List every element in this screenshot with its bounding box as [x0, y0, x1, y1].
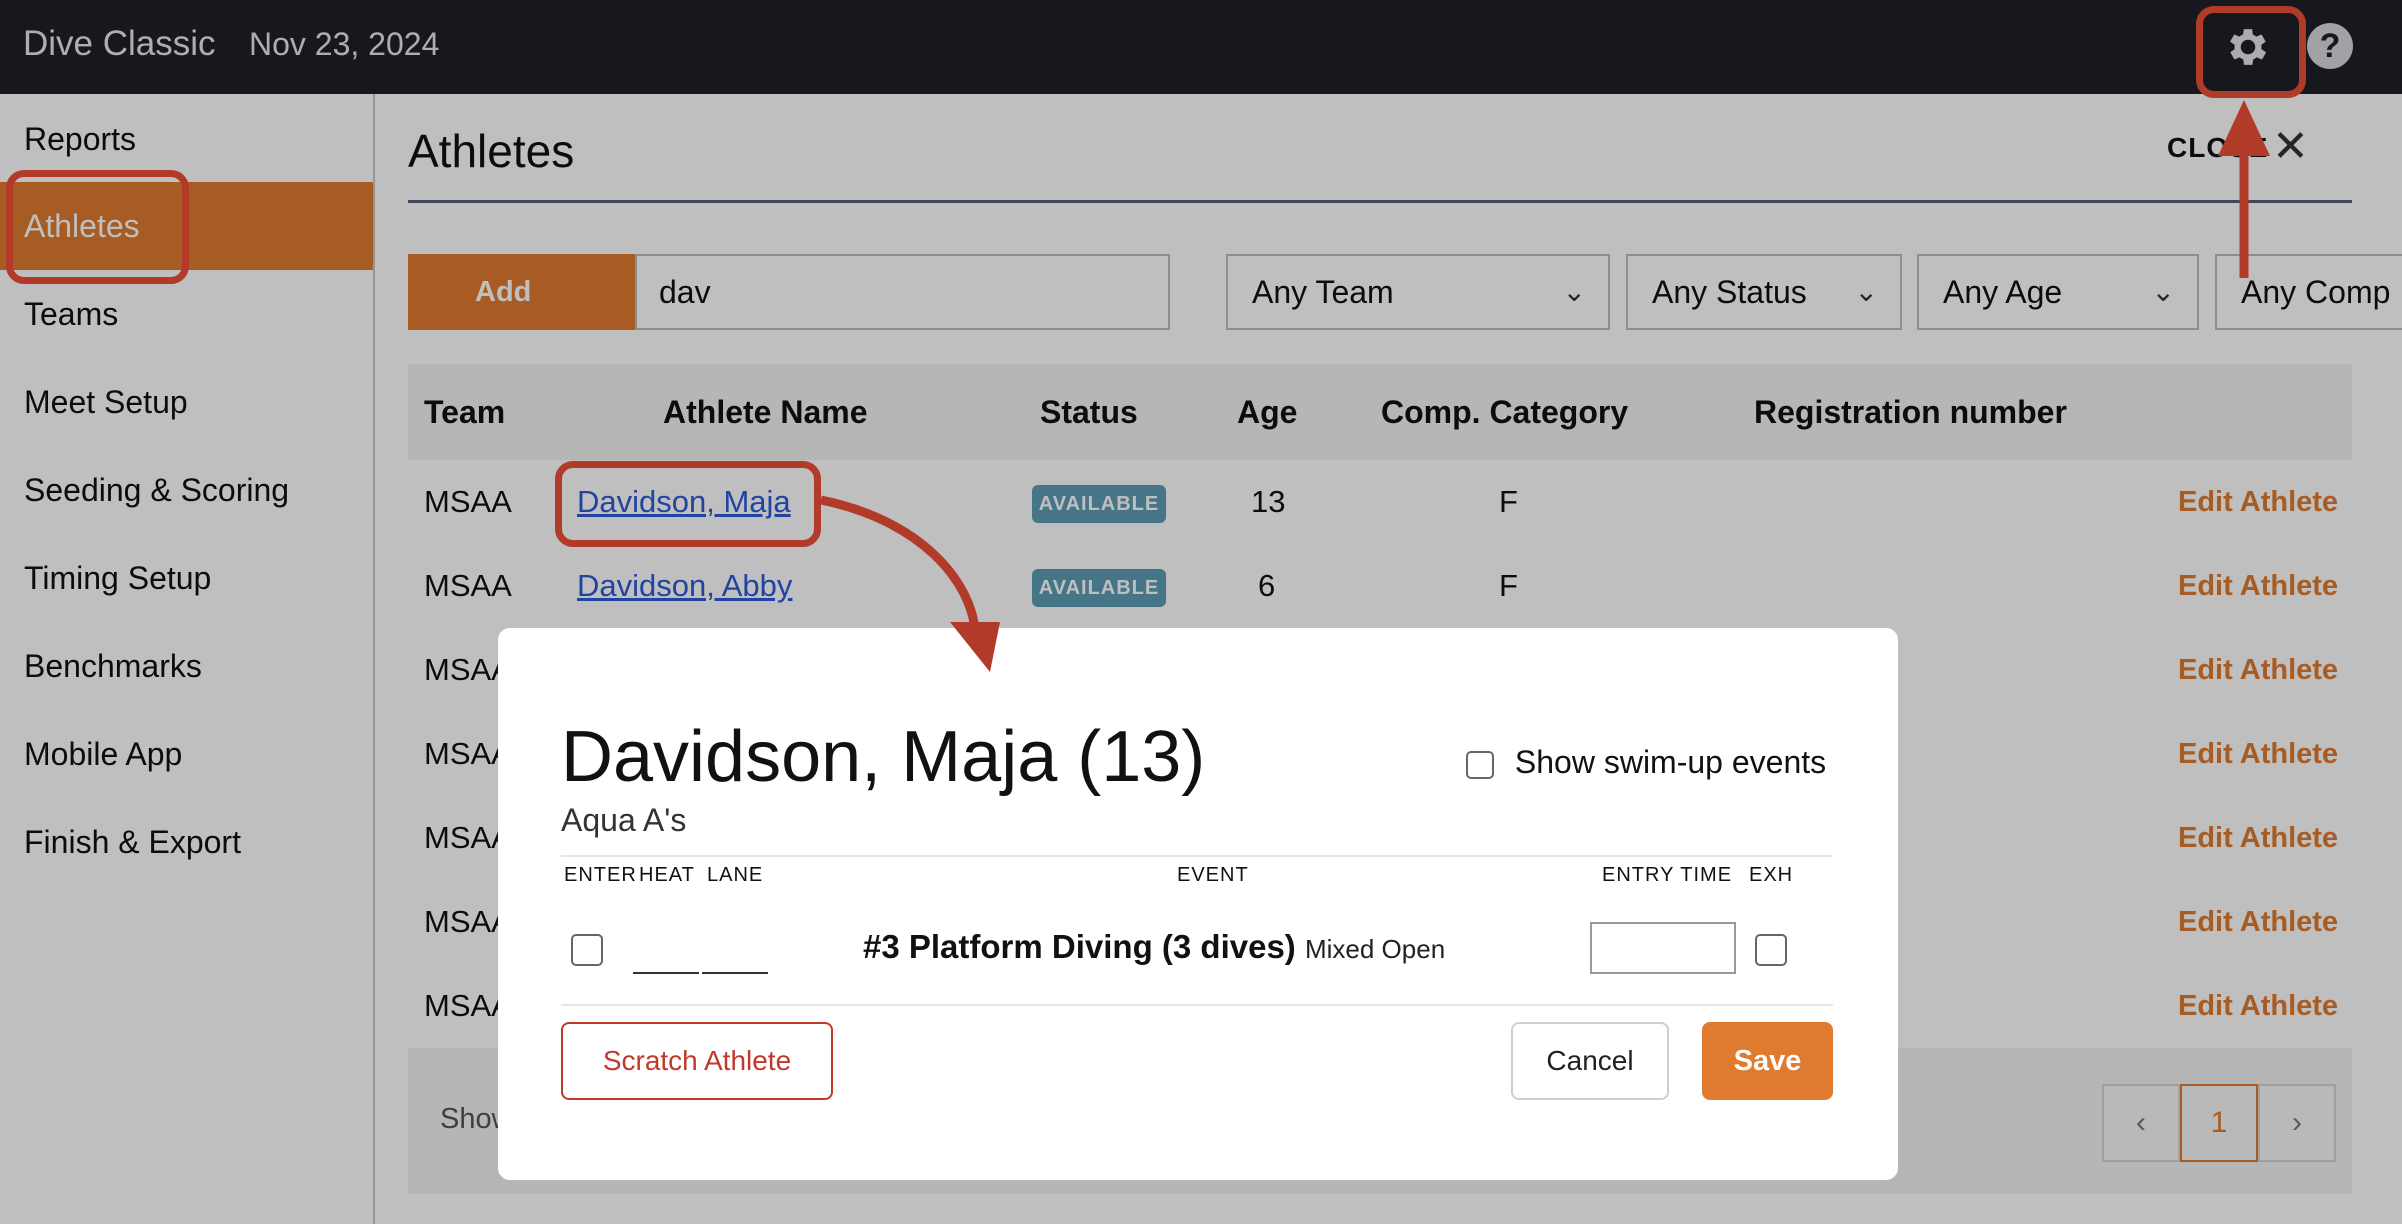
curved-arrow-shaft — [820, 495, 980, 631]
annotation-arrows — [820, 100, 2270, 672]
up-arrow-head — [2218, 100, 2270, 156]
curved-arrow-head — [950, 622, 1000, 672]
